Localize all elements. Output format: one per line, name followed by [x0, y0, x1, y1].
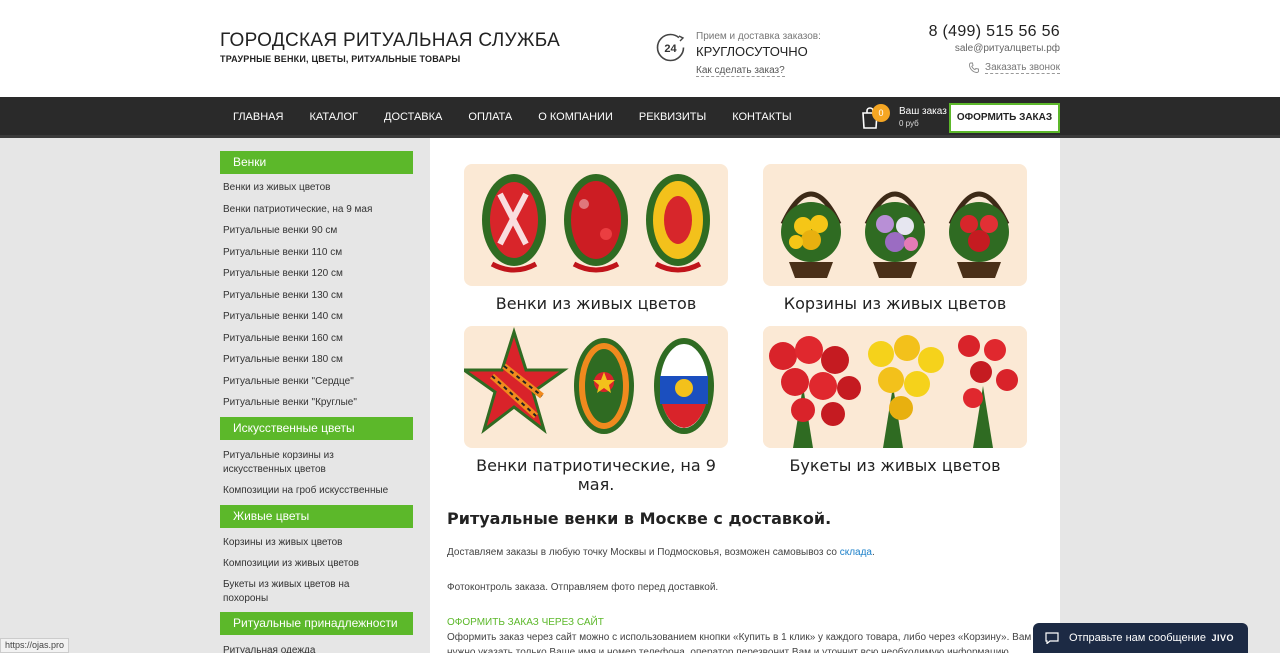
sidebar-item[interactable]: Ритуальные венки 110 см — [220, 242, 413, 264]
phone-number[interactable]: 8 (499) 515 56 56 — [929, 23, 1060, 41]
sidebar-item[interactable]: Композиции из живых цветов — [220, 557, 413, 571]
checkout-button[interactable]: ОФОРМИТЬ ЗАКАЗ — [949, 103, 1060, 133]
main-nav: ГЛАВНАЯ КАТАЛОГ ДОСТАВКА ОПЛАТА О КОМПАН… — [0, 97, 1280, 138]
delivery-hours: КРУГЛОСУТОЧНО — [696, 44, 808, 59]
sidebar-item[interactable]: Корзины из живых цветов — [220, 536, 413, 550]
photo-control-paragraph: Фотоконтроль заказа. Отправляем фото пер… — [447, 582, 719, 593]
category-card-bouquets[interactable]: Букеты из живых цветов — [763, 326, 1027, 475]
jivo-logo: JIVO — [1211, 633, 1234, 643]
bouquets-image — [763, 326, 1027, 448]
callback-link[interactable]: Заказать звонок — [968, 62, 1060, 74]
category-card-patriotic[interactable]: Венки патриотические, на 9 мая. — [464, 326, 728, 494]
site-header: ГОРОДСКАЯ РИТУАЛЬНАЯ СЛУЖБА ТРАУРНЫЕ ВЕН… — [0, 0, 1280, 97]
category-header-artificial[interactable]: Искусственные цветы — [220, 416, 413, 440]
sidebar-item[interactable]: Ритуальные венки 160 см — [220, 328, 413, 350]
category-card-wreaths[interactable]: Венки из живых цветов — [464, 164, 728, 313]
svg-text:24: 24 — [664, 43, 677, 55]
sidebar-item[interactable]: Букеты из живых цветов на похороны — [220, 578, 370, 606]
category-header-wreaths[interactable]: Венки — [220, 151, 413, 174]
nav-payment[interactable]: ОПЛАТА — [455, 97, 525, 138]
card-caption: Венки из живых цветов — [495, 294, 697, 313]
card-caption: Венки патриотические, на 9 мая. — [476, 456, 716, 494]
cart-total: 0 руб — [899, 119, 919, 128]
delivery-paragraph: Доставляем заказы в любую точку Москвы и… — [447, 547, 875, 558]
sidebar-item[interactable]: Ритуальные венки "Сердце" — [220, 371, 413, 393]
order-instructions-paragraph: Оформить заказ через сайт можно с исполь… — [447, 632, 1032, 653]
chat-label: Отправьте нам сообщение — [1069, 632, 1206, 644]
sidebar-item[interactable]: Ритуальные венки 120 см — [220, 263, 413, 285]
warehouse-link[interactable]: склада — [840, 547, 872, 558]
sidebar-item[interactable]: Ритуальные венки 130 см — [220, 285, 413, 307]
sidebar-catalog: Венки Венки из живых цветов Венки патрио… — [220, 151, 413, 653]
sidebar-item[interactable]: Ритуальные венки 90 см — [220, 220, 413, 242]
sidebar-item[interactable]: Ритуальные венки 180 см — [220, 349, 413, 371]
category-header-accessories[interactable]: Ритуальные принадлежности — [220, 611, 413, 635]
nav-catalog[interactable]: КАТАЛОГ — [296, 97, 371, 138]
sidebar-item[interactable]: Ритуальная одежда — [220, 644, 413, 653]
nav-requisites[interactable]: РЕКВИЗИТЫ — [626, 97, 719, 138]
site-subtitle: ТРАУРНЫЕ ВЕНКИ, ЦВЕТЫ, РИТУАЛЬНЫЕ ТОВАРЫ — [220, 54, 461, 64]
cart-count-badge: 0 — [872, 104, 890, 122]
sidebar-item[interactable]: Композиции на гроб искусственные — [220, 484, 413, 498]
card-caption: Корзины из живых цветов — [783, 294, 1007, 313]
sidebar-item[interactable]: Ритуальные венки "Круглые" — [220, 392, 413, 414]
sidebar-item[interactable]: Ритуальные корзины из искусственных цвет… — [220, 449, 350, 477]
nav-contacts[interactable]: КОНТАКТЫ — [719, 97, 804, 138]
nav-delivery[interactable]: ДОСТАВКА — [371, 97, 455, 138]
email-link[interactable]: sale@ритуалцветы.рф — [955, 43, 1060, 54]
phone-icon — [969, 62, 979, 73]
sidebar-item[interactable]: Венки патриотические, на 9 мая — [220, 199, 413, 221]
patriotic-wreaths-image — [464, 326, 728, 448]
delivery-label: Прием и доставка заказов: — [696, 31, 821, 42]
page-heading: Ритуальные венки в Москве с доставкой. — [447, 509, 832, 528]
cart-label[interactable]: Ваш заказ — [899, 106, 947, 117]
category-header-live-flowers[interactable]: Живые цветы — [220, 504, 413, 528]
chat-bubble-icon — [1045, 632, 1059, 644]
chat-widget[interactable]: Отправьте нам сообщение JIVO — [1033, 623, 1248, 653]
order-online-heading[interactable]: ОФОРМИТЬ ЗАКАЗ ЧЕРЕЗ САЙТ — [447, 617, 604, 628]
site-title[interactable]: ГОРОДСКАЯ РИТУАЛЬНАЯ СЛУЖБА — [220, 30, 560, 52]
nav-home[interactable]: ГЛАВНАЯ — [220, 97, 296, 138]
status-bar-url: https://ojas.pro — [0, 638, 70, 653]
baskets-image — [763, 164, 1027, 286]
delivery-text: Доставляем заказы в любую точку Москвы и… — [447, 547, 840, 558]
sidebar-item[interactable]: Венки из живых цветов — [220, 177, 413, 199]
wreaths-image — [464, 164, 728, 286]
main-content: Венки из живых цветов Корзины из живых ц… — [430, 138, 1060, 653]
how-to-order-link[interactable]: Как сделать заказ? — [696, 65, 785, 77]
card-caption: Букеты из живых цветов — [789, 456, 1001, 475]
category-card-baskets[interactable]: Корзины из живых цветов — [763, 164, 1027, 313]
sidebar-item[interactable]: Ритуальные венки 140 см — [220, 306, 413, 328]
clock-24-icon: 24 — [655, 32, 686, 63]
callback-label: Заказать звонок — [985, 62, 1060, 74]
delivery-text-end: . — [871, 547, 875, 558]
nav-about[interactable]: О КОМПАНИИ — [525, 97, 626, 138]
